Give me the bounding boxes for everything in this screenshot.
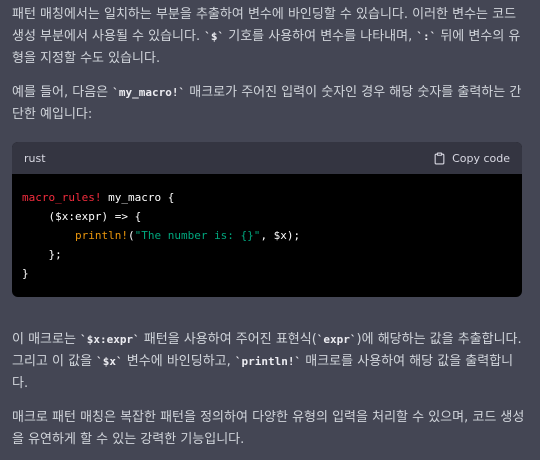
inline-code-println: `println!`: [234, 355, 302, 368]
clipboard-icon: [434, 152, 445, 164]
code-function-println: println!: [74, 229, 128, 242]
inline-code-x: `$x`: [96, 355, 123, 368]
copy-code-label: Copy code: [452, 151, 510, 165]
paragraph-1: 패턴 매칭에서는 일치하는 부분을 추출하여 변수에 바인딩할 수 있습니다. …: [12, 4, 528, 70]
copy-code-button[interactable]: Copy code: [433, 152, 510, 165]
code-line-5: }: [22, 267, 29, 280]
inline-code-dollar: `$`: [204, 30, 225, 43]
paragraph-3: 이 매크로는 `$x:expr` 패턴을 사용하여 주어진 표현식(`expr`…: [12, 329, 528, 395]
code-line-1-rest: my_macro {: [101, 191, 175, 204]
para3-text-2: 패턴을 사용하여 주어진 표현식(: [139, 332, 317, 347]
assistant-message: 패턴 매칭에서는 일치하는 부분을 추출하여 변수에 바인딩할 수 있습니다. …: [0, 0, 540, 451]
para2-text-1: 예를 들어, 다음은: [12, 85, 113, 100]
code-line-3-paren: (: [127, 229, 135, 242]
para3-text-1: 이 매크로는: [12, 332, 81, 347]
code-line-4: };: [22, 248, 62, 261]
para3-text-4: 변수에 바인딩하고,: [122, 354, 235, 369]
code-block-header: rust Copy code: [12, 142, 522, 174]
inline-code-x-expr: `$x:expr`: [80, 333, 140, 346]
code-line-3-rest: , $x);: [260, 229, 301, 242]
code-content: macro_rules! my_macro { ($x:expr) => { p…: [12, 174, 522, 297]
para1-text-2: 기호를 사용하여 변수를 나타내며,: [224, 29, 417, 44]
code-keyword-macro-rules: macro_rules!: [22, 191, 102, 204]
code-line-2: ($x:expr) => {: [22, 210, 142, 223]
code-string-literal: "The number is: {}": [134, 229, 261, 242]
inline-code-colon: `:`: [416, 30, 437, 43]
inline-code-my-macro: `my_macro!`: [112, 86, 186, 99]
code-line-3-indent: [22, 229, 75, 242]
code-language-label: rust: [24, 151, 46, 165]
paragraph-2: 예를 들어, 다음은 `my_macro!` 매크로가 주어진 입력이 숫자인 …: [12, 82, 528, 126]
paragraph-4: 매크로 패턴 매칭은 복잡한 패턴을 정의하여 다양한 유형의 입력을 처리할 …: [12, 410, 525, 447]
code-block: rust Copy code macro_rules! my_macro { (…: [12, 142, 522, 297]
inline-code-expr: `expr`: [316, 333, 357, 346]
